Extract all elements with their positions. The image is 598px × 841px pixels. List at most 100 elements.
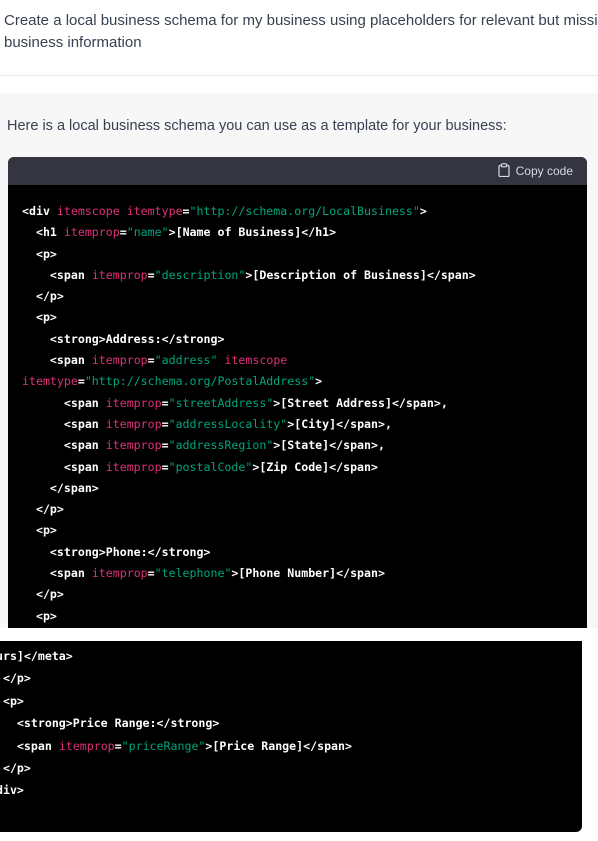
code-line: <span itemprop="addressRegion">[State]</… [22, 435, 476, 456]
code-line: <p> [22, 520, 476, 541]
code-token-attr: itemprop [105, 395, 162, 410]
code-line: </p> [0, 757, 352, 779]
code-token-tag: >[City]</span>, [287, 416, 392, 431]
code-token-tag: <span [16, 738, 52, 753]
code-token-tag: <span [22, 353, 92, 368]
code-token-attr: itemprop [105, 416, 162, 431]
code-token-tag: = [147, 267, 155, 282]
code-token-tag: > [419, 204, 427, 218]
code-token-tag: <span [22, 267, 92, 282]
code-token-tag: >[Street Address]</span>, [273, 395, 448, 410]
code-line: <div itemscope itemtype="http://schema.o… [22, 201, 476, 222]
code-line: <h1 itemprop="name">[Name of Business]</… [22, 222, 476, 243]
code-token-tag: = [161, 395, 169, 410]
code-token-tag: = [147, 566, 155, 581]
code-token-tag: = [147, 353, 155, 368]
code-token-tag: <h1 [22, 225, 64, 240]
code-token-tag: = [77, 374, 85, 389]
code-token-tag: <strong>Price Range:</strong> [0, 716, 220, 731]
code-token-tag: /div> [0, 783, 24, 798]
code-token-tag: </p> [2, 671, 31, 686]
code-token-tag: </p> [2, 761, 31, 776]
code-token-str: "telephone" [154, 566, 232, 581]
code-token-tag: </p> [22, 289, 64, 304]
code-token-tag: <strong>Address:</strong> [22, 331, 225, 346]
code-token-tag: >[Zip Code]</span> [252, 459, 378, 474]
code-token-tag: </span> [22, 480, 99, 495]
code-token-attr: itemprop [91, 353, 148, 368]
code-token-attr: itemtype [22, 374, 78, 389]
code-token-tag: >[Phone Number]</span> [231, 566, 385, 581]
code-line: <span itemprop="addressLocality">[City]<… [22, 414, 476, 435]
code-token-tag: >[State]</span>, [273, 438, 385, 453]
code-token-attr: itemprop [105, 438, 162, 453]
code-token-attr: itemprop [63, 225, 120, 240]
code-line: </p> [22, 499, 476, 520]
code-token-tag: = [161, 416, 169, 431]
code-token-tag: <strong>Phone:</strong> [22, 544, 211, 559]
code-token-tag: <span [22, 416, 106, 431]
code-content: <div itemscope itemtype="http://schema.o… [22, 201, 476, 627]
code-token-tag: = [182, 204, 190, 218]
code-token-tag: > [315, 374, 323, 389]
code-block-continued: ours]</meta> </p> <p> <strong>Price Rang… [0, 641, 582, 832]
code-token-tag: <p> [22, 310, 57, 325]
scroll-gap [0, 628, 598, 641]
code-line: itemtype="http://schema.org/PostalAddres… [22, 371, 476, 392]
code-token-str: "description" [154, 267, 246, 282]
code-line: <p> [0, 690, 352, 712]
code-line: <span itemprop="postalCode">[Zip Code]</… [22, 457, 476, 478]
code-line: </span> [22, 478, 476, 499]
code-token-tag: <p> [22, 246, 57, 261]
code-line: <strong>Phone:</strong> [22, 542, 476, 563]
code-token-tag: </p> [22, 587, 64, 602]
user-message-line-2: business information [4, 34, 142, 51]
code-token-str: "http://schema.org/PostalAddress" [84, 374, 316, 389]
code-token-str: "name" [126, 225, 169, 240]
user-message-line-1: Create a local business schema for my bu… [4, 12, 598, 29]
code-token-str: "addressRegion" [168, 438, 274, 453]
code-line: </p> [0, 667, 352, 689]
code-line: <strong>Address:</strong> [22, 329, 476, 350]
copy-code-label: Copy code [515, 164, 573, 178]
code-line: <span itemprop="telephone">[Phone Number… [22, 563, 476, 584]
code-token-str: "http://schema.org/LocalBusiness" [189, 204, 420, 218]
code-line: <span itemprop="streetAddress">[Street A… [22, 393, 476, 414]
clipboard-icon [498, 162, 510, 180]
code-token-tag: = [119, 225, 127, 240]
code-block-header: Copy code [8, 157, 587, 185]
code-token-str: "address" [154, 353, 218, 368]
code-token-str: "postalCode" [168, 459, 253, 474]
code-token-tag: <span [22, 459, 106, 474]
code-token-tag: = [161, 459, 169, 474]
code-token-tag: = [114, 738, 122, 753]
code-token-tag: <span [22, 438, 106, 453]
code-token-attr: itemprop [105, 459, 162, 474]
code-token-str: "streetAddress" [168, 395, 274, 410]
code-token-tag: <p> [2, 693, 24, 708]
user-message: Create a local business schema for my bu… [0, 0, 598, 76]
code-line: <strong>Price Range:</strong> [0, 712, 352, 734]
code-token-tag: <div [22, 204, 57, 218]
code-line: <p> [22, 606, 476, 627]
code-token-tag: <span [22, 566, 92, 581]
code-token-attr: itemscope itemtype [56, 204, 183, 218]
code-token-tag: >[Price Range]</span> [205, 738, 352, 753]
code-token-str: "priceRange" [121, 738, 206, 753]
code-line: ours]</meta> [0, 645, 352, 667]
code-line: </p> [22, 286, 476, 307]
code-line: <p> [22, 244, 476, 265]
code-token-tag: = [161, 438, 169, 453]
copy-code-button[interactable]: Copy code [498, 162, 573, 180]
code-line: <span itemprop="description">[Descriptio… [22, 265, 476, 286]
code-line: <span itemprop="priceRange">[Price Range… [0, 735, 352, 757]
code-line: </p> [22, 584, 476, 605]
code-token-tag: ours]</meta> [0, 649, 73, 663]
code-token-attr: itemprop [58, 738, 115, 753]
code-token-tag: <span [22, 395, 106, 410]
code-line: <p> [22, 307, 476, 328]
code-token-attr: itemprop [91, 267, 148, 282]
code-line: /div> [0, 779, 352, 801]
code-token-attr: itemprop [91, 566, 148, 581]
code-token-tag: </p> [22, 502, 64, 517]
